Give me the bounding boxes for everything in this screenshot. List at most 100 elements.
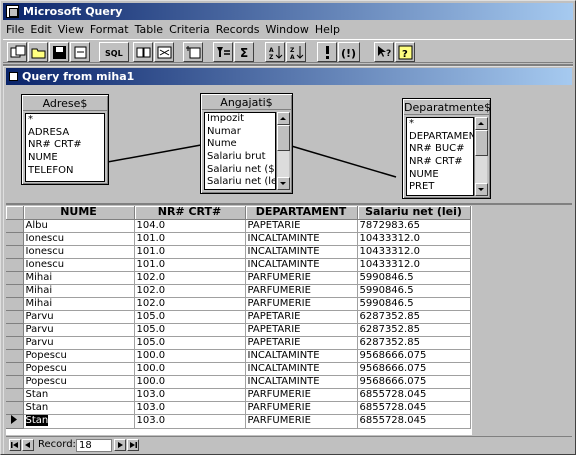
row-selector[interactable] [6,232,24,246]
field-item[interactable]: Salariu net (lei) [205,176,275,189]
row-selector[interactable] [6,310,24,324]
field-item[interactable]: Numar [205,126,275,139]
field-item[interactable]: DEPARTAMEN [407,131,473,144]
row-selector[interactable] [6,336,24,350]
table-cell[interactable]: 105.0 [134,336,246,350]
table-cell[interactable]: PARFUMERIE [245,271,358,285]
table-cell[interactable]: PARFUMERIE [245,401,358,415]
row-selector[interactable] [6,323,24,337]
table-row[interactable]: Albu 104.0 PAPETARIE 7872983.65 [6,219,471,233]
table-row[interactable]: Mihai 102.0 PARFUMERIE 5990846.5 [6,297,471,311]
table-deparatmente[interactable]: Deparatmente$ * DEPARTAMEN NR# BUC# NR# … [402,98,491,199]
table-cell[interactable]: 101.0 [134,258,246,272]
table-cell[interactable]: 103.0 [134,388,246,402]
table-row[interactable]: Mihai 102.0 PARFUMERIE 5990846.5 [6,271,471,285]
table-cell[interactable]: 5990846.5 [357,284,471,298]
field-item[interactable]: Nume [205,138,275,151]
scroll-up-button[interactable] [277,112,290,125]
field-item[interactable]: NR# CRT# [407,156,473,169]
query-now-button[interactable] [317,42,337,62]
table-cell[interactable]: Ionescu [23,258,135,272]
table-cell[interactable]: 103.0 [134,414,246,429]
show-criteria-button[interactable] [154,42,174,62]
menu-file[interactable]: File [3,21,27,39]
table-cell[interactable]: 105.0 [134,310,246,324]
table-cell[interactable]: 6287352.85 [357,336,471,350]
table-cell[interactable]: PAPETARIE [245,219,358,233]
table-cell[interactable]: 10433312.0 [357,258,471,272]
table-cell[interactable]: INCALTAMINTE [245,245,358,259]
table-cell[interactable]: PAPETARIE [245,323,358,337]
last-record-button[interactable] [127,439,139,451]
table-cell[interactable]: PAPETARIE [245,310,358,324]
table-cell[interactable]: PARFUMERIE [245,284,358,298]
next-record-button[interactable] [114,439,126,451]
table-cell[interactable]: 10433312.0 [357,232,471,246]
field-item[interactable]: Salariu brut [205,151,275,164]
column-header-nr-crt[interactable]: NR# CRT# [134,206,246,220]
sort-ascending-button[interactable]: AZ [265,42,285,62]
row-selector[interactable] [6,388,24,402]
field-item[interactable]: NUME [407,169,473,182]
column-header-departament[interactable]: DEPARTAMENT [245,206,358,220]
column-header-salariu-net[interactable]: Salariu net (lei) [357,206,471,220]
table-cell[interactable]: 102.0 [134,297,246,311]
table-cell[interactable]: 9568666.075 [357,349,471,363]
row-selector[interactable] [6,349,24,363]
table-cell[interactable]: Parvu [23,336,135,350]
table-cell[interactable]: 7872983.65 [357,219,471,233]
menu-help[interactable]: Help [312,21,343,39]
table-cell[interactable]: 102.0 [134,271,246,285]
scroll-down-button[interactable] [475,183,488,196]
table-row[interactable]: Ionescu 101.0 INCALTAMINTE 10433312.0 [6,258,471,272]
sql-button[interactable]: SQL [99,42,129,62]
table-cell[interactable]: 6855728.045 [357,414,471,429]
table-cell[interactable]: Ionescu [23,245,135,259]
table-adrese-title[interactable]: Adrese$ [23,96,107,111]
table-cell[interactable]: 9568666.075 [357,375,471,389]
table-row[interactable]: Parvu 105.0 PAPETARIE 6287352.85 [6,323,471,337]
row-selector[interactable] [6,362,24,376]
table-row[interactable]: Ionescu 101.0 INCALTAMINTE 10433312.0 [6,232,471,246]
menu-format[interactable]: Format [87,21,132,39]
table-row[interactable]: Parvu 105.0 PAPETARIE 6287352.85 [6,310,471,324]
query-window-title-bar[interactable]: Query from miha1 [6,68,572,85]
return-data-button[interactable] [70,42,90,62]
first-record-button[interactable] [9,439,21,451]
table-row[interactable]: Popescu 100.0 INCALTAMINTE 9568666.075 [6,349,471,363]
table-row[interactable]: Parvu 105.0 PAPETARIE 6287352.85 [6,336,471,350]
table-cell[interactable]: PARFUMERIE [245,297,358,311]
table-deparatmente-scrollbar[interactable] [474,117,488,196]
table-cell[interactable]: 105.0 [134,323,246,337]
table-angajati-fields[interactable]: Impozit Numar Nume Salariu brut Salariu … [204,112,276,190]
table-cell[interactable]: 6855728.045 [357,388,471,402]
auto-query-button[interactable]: (!) [338,42,360,62]
table-cell[interactable]: 5990846.5 [357,271,471,285]
row-selector[interactable] [6,245,24,259]
table-cell[interactable]: INCALTAMINTE [245,349,358,363]
table-cell[interactable]: 5990846.5 [357,297,471,311]
table-cell[interactable]: INCALTAMINTE [245,258,358,272]
table-cell[interactable]: 103.0 [134,401,246,415]
query-window-icon[interactable] [9,72,18,81]
table-cell[interactable]: 6287352.85 [357,323,471,337]
field-item[interactable]: ADRESA [26,127,104,140]
table-deparatmente-fields[interactable]: * DEPARTAMEN NR# BUC# NR# CRT# NUME PRET [406,117,474,196]
new-query-button[interactable] [7,42,27,62]
table-cell[interactable]: PAPETARIE [245,336,358,350]
field-item[interactable]: PRET [407,181,473,194]
record-number-field[interactable]: 18 [76,439,112,452]
scroll-down-button[interactable] [277,177,290,190]
table-row[interactable]: Stan 103.0 PARFUMERIE 6855728.045 [6,414,471,429]
table-cell[interactable]: Stan [23,414,135,429]
save-button[interactable] [49,42,69,62]
current-cell-text[interactable]: Stan [25,415,49,426]
scroll-thumb[interactable] [475,130,488,156]
table-cell[interactable]: 100.0 [134,349,246,363]
field-item[interactable]: NR# BUC# [407,143,473,156]
table-row[interactable]: Popescu 100.0 INCALTAMINTE 9568666.075 [6,375,471,389]
table-cell[interactable]: Parvu [23,323,135,337]
table-cell[interactable]: 101.0 [134,245,246,259]
criteria-equals-button[interactable] [213,42,233,62]
totals-button[interactable]: Σ [234,42,254,62]
